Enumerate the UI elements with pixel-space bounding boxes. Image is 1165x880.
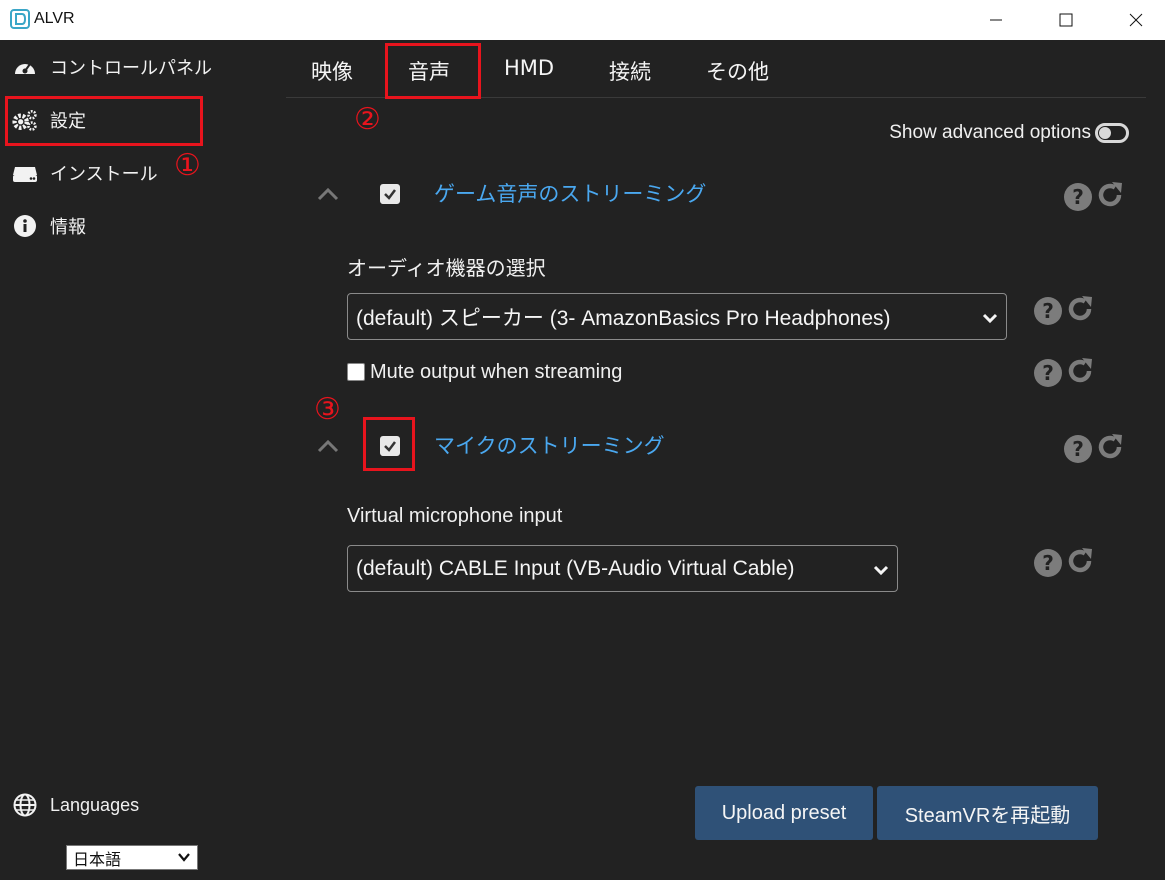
chevron-down-icon bbox=[873, 560, 889, 584]
close-button[interactable] bbox=[1113, 0, 1159, 40]
annotation-number-2: ② bbox=[354, 102, 381, 137]
reset-icon[interactable] bbox=[1095, 180, 1125, 214]
mute-output-label: Mute output when streaming bbox=[370, 361, 623, 383]
main-panel: 映像 音声 HMD 接続 その他 ② Show advanced options… bbox=[264, 40, 1165, 880]
help-icon[interactable]: ? bbox=[1034, 297, 1062, 325]
alvr-logo-icon bbox=[10, 9, 30, 29]
mute-output-help-group: ? bbox=[1034, 356, 1095, 390]
info-icon bbox=[12, 213, 38, 239]
maximize-button[interactable] bbox=[1043, 0, 1089, 40]
chevron-down-icon bbox=[982, 308, 998, 332]
microphone-title: マイクのストリーミング bbox=[434, 434, 665, 458]
restart-steamvr-button[interactable]: SteamVRを再起動 bbox=[877, 786, 1098, 840]
reset-icon[interactable] bbox=[1065, 546, 1095, 580]
game-audio-checkbox[interactable] bbox=[380, 184, 400, 204]
mute-output-checkbox[interactable] bbox=[347, 363, 365, 381]
game-audio-section-header: ゲーム音声のストリーミング bbox=[314, 176, 1134, 212]
help-icon[interactable]: ? bbox=[1034, 359, 1062, 387]
sidebar: コントロールパネル 設定 インストール 情報 ① Languages 日本語 bbox=[0, 40, 264, 880]
window-title: ALVR bbox=[34, 10, 75, 27]
languages-label: Languages bbox=[50, 794, 140, 815]
virtual-mic-select[interactable]: (default) CABLE Input (VB-Audio Virtual … bbox=[347, 545, 898, 592]
help-icon[interactable]: ? bbox=[1034, 549, 1062, 577]
minimize-button[interactable] bbox=[973, 0, 1019, 40]
sidebar-item-label: インストール bbox=[50, 164, 158, 185]
globe-icon bbox=[12, 792, 38, 818]
sidebar-item-info[interactable]: 情報 bbox=[12, 211, 86, 241]
audio-device-label: オーディオ機器の選択 bbox=[347, 258, 546, 280]
highlight-box-audio-tab bbox=[385, 43, 481, 99]
chevron-down-icon bbox=[177, 849, 191, 868]
virtual-mic-value: (default) CABLE Input (VB-Audio Virtual … bbox=[356, 556, 795, 580]
language-select-value: 日本語 bbox=[73, 849, 122, 869]
reset-icon[interactable] bbox=[1065, 356, 1095, 390]
virtual-mic-help-group: ? bbox=[1034, 546, 1095, 580]
highlight-box-settings bbox=[5, 96, 203, 146]
help-icon[interactable]: ? bbox=[1064, 183, 1092, 211]
annotation-number-1: ① bbox=[174, 148, 201, 183]
tab-connection[interactable]: 接続 bbox=[609, 56, 651, 86]
upload-preset-button[interactable]: Upload preset bbox=[695, 786, 873, 840]
title-bar: ALVR bbox=[0, 0, 1165, 40]
language-select[interactable]: 日本語 bbox=[66, 845, 198, 870]
chevron-up-icon[interactable] bbox=[314, 180, 342, 208]
reset-icon[interactable] bbox=[1065, 294, 1095, 328]
advanced-options-toggle[interactable] bbox=[1095, 123, 1129, 143]
dashboard-icon bbox=[12, 54, 38, 80]
microphone-help-group: ? bbox=[1064, 432, 1125, 466]
virtual-mic-label: Virtual microphone input bbox=[347, 505, 563, 527]
languages-label-row: Languages bbox=[12, 792, 139, 818]
sidebar-item-control-panel[interactable]: コントロールパネル bbox=[12, 52, 212, 82]
game-audio-help-group: ? bbox=[1064, 180, 1125, 214]
sidebar-item-label: 情報 bbox=[50, 217, 86, 238]
tab-other[interactable]: その他 bbox=[706, 56, 769, 86]
help-icon[interactable]: ? bbox=[1064, 435, 1092, 463]
highlight-box-microphone-checkbox bbox=[363, 417, 415, 471]
tab-video[interactable]: 映像 bbox=[311, 56, 353, 86]
sidebar-item-label: コントロールパネル bbox=[50, 58, 212, 79]
microphone-section-header: マイクのストリーミング bbox=[314, 428, 1134, 464]
advanced-options-label: Show advanced options bbox=[889, 122, 1091, 143]
chevron-up-icon[interactable] bbox=[314, 432, 342, 460]
sidebar-item-install[interactable]: インストール bbox=[12, 158, 158, 188]
audio-device-select[interactable]: (default) スピーカー (3- AmazonBasics Pro Hea… bbox=[347, 293, 1007, 340]
reset-icon[interactable] bbox=[1095, 432, 1125, 466]
game-audio-title: ゲーム音声のストリーミング bbox=[434, 182, 707, 206]
tab-hmd[interactable]: HMD bbox=[504, 56, 554, 80]
drive-icon bbox=[12, 160, 38, 186]
audio-device-help-group: ? bbox=[1034, 294, 1095, 328]
audio-device-value: (default) スピーカー (3- AmazonBasics Pro Hea… bbox=[356, 306, 891, 330]
advanced-options-toggle-row[interactable]: Show advanced options bbox=[889, 122, 1129, 144]
annotation-number-3: ③ bbox=[314, 392, 341, 427]
